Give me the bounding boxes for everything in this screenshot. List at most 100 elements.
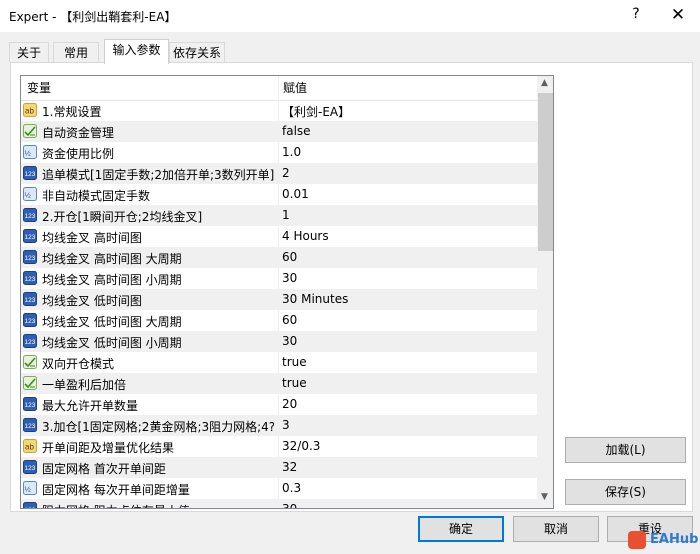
parameter-row[interactable]: ½ 非自动模式固定手数 0.01 — [21, 184, 537, 205]
column-header-value[interactable]: 赋值 — [283, 79, 307, 96]
svg-text:123: 123 — [25, 171, 36, 178]
scrollbar-thumb[interactable] — [538, 93, 553, 251]
integer-type-icon: 123 — [23, 334, 37, 348]
parameter-value[interactable]: 2 — [282, 166, 290, 180]
parameter-value[interactable]: 60 — [282, 313, 297, 327]
parameter-row[interactable]: 123 3.加仓[1固定网格;2黄金网格;3阻力网格;4?... 3 — [21, 415, 537, 436]
parameter-row[interactable]: 123 最大允许开单数量 20 — [21, 394, 537, 415]
svg-text:123: 123 — [25, 465, 36, 472]
parameter-name: 双向开仓模式 — [42, 357, 115, 371]
parameter-value[interactable]: 32/0.3 — [282, 439, 320, 453]
parameter-value[interactable]: true — [282, 355, 307, 369]
double-type-icon: ½ — [23, 187, 37, 201]
parameter-value[interactable]: 1.0 — [282, 145, 301, 159]
parameter-name: 最大允许开单数量 — [42, 399, 139, 413]
parameter-name: 资金使用比例 — [42, 147, 115, 161]
integer-type-icon: 123 — [23, 250, 37, 264]
parameter-row[interactable]: 123 追单模式[1固定手数;2加倍开单;3数列开单] 2 — [21, 163, 537, 184]
parameter-row[interactable]: ½ 固定网格 每次开单间距增量 0.3 — [21, 478, 537, 499]
parameter-name: 追单模式[1固定手数;2加倍开单;3数列开单] — [42, 168, 274, 182]
parameter-name: 均线金叉 高时间图 小周期 — [42, 273, 182, 287]
parameter-value[interactable]: 32 — [282, 460, 297, 474]
close-button[interactable]: ✕ — [668, 5, 688, 25]
parameter-row[interactable]: 123 均线金叉 高时间图 大周期 60 — [21, 247, 537, 268]
parameter-value[interactable]: 30 — [282, 334, 297, 348]
parameter-value[interactable]: 20 — [282, 397, 297, 411]
svg-text:ab: ab — [25, 443, 34, 452]
parameter-value[interactable]: false — [282, 124, 311, 138]
svg-text:½: ½ — [25, 191, 32, 200]
integer-type-icon: 123 — [23, 292, 37, 306]
parameter-value[interactable]: 0.01 — [282, 187, 309, 201]
parameter-name: 非自动模式固定手数 — [42, 189, 151, 203]
parameter-value[interactable]: 1 — [282, 208, 290, 222]
parameter-value[interactable]: 4 Hours — [282, 229, 329, 243]
tab-common[interactable]: 常用 — [53, 42, 99, 62]
integer-type-icon: 123 — [23, 313, 37, 327]
parameter-name: 均线金叉 低时间图 小周期 — [42, 336, 182, 350]
svg-text:123: 123 — [25, 402, 36, 409]
parameter-value[interactable]: 60 — [282, 250, 297, 264]
cancel-button[interactable]: 取消 — [513, 516, 599, 542]
eahub-logo-icon — [628, 531, 646, 549]
parameter-row[interactable]: 一单盈利后加倍 true — [21, 373, 537, 394]
svg-text:123: 123 — [25, 297, 36, 304]
string-type-icon: ab — [23, 439, 37, 453]
parameter-row[interactable]: 123 均线金叉 低时间图 小周期 30 — [21, 331, 537, 352]
parameter-name: 2.开仓[1瞬间开仓;2均线金叉] — [42, 210, 203, 224]
parameter-row[interactable]: 123 均线金叉 高时间图 小周期 30 — [21, 268, 537, 289]
svg-text:123: 123 — [25, 255, 36, 262]
parameter-value[interactable]: true — [282, 376, 307, 390]
parameter-row[interactable]: 自动资金管理 false — [21, 121, 537, 142]
column-header-variable[interactable]: 变量 — [27, 79, 51, 96]
tab-strip: 关于 常用 输入参数 依存关系 — [0, 32, 700, 64]
svg-text:123: 123 — [25, 339, 36, 346]
parameter-row[interactable]: 123 均线金叉 低时间图 大周期 60 — [21, 310, 537, 331]
svg-text:123: 123 — [25, 318, 36, 325]
parameter-name: 3.加仓[1固定网格;2黄金网格;3阻力网格;4?... — [42, 420, 274, 434]
tab-about[interactable]: 关于 — [9, 42, 49, 62]
parameter-value[interactable]: 【利剑-EA】 — [282, 103, 350, 120]
parameter-name: 一单盈利后加倍 — [42, 378, 127, 392]
parameter-value[interactable]: 30 — [282, 271, 297, 285]
integer-type-icon: 123 — [23, 460, 37, 474]
watermark-text: EAHub — [650, 532, 699, 547]
window-title: Expert - 【利剑出鞘套利-EA】 — [9, 10, 177, 24]
integer-type-icon: 123 — [23, 397, 37, 411]
load-button[interactable]: 加载(L) — [565, 437, 686, 463]
parameter-row[interactable]: ½ 资金使用比例 1.0 — [21, 142, 537, 163]
integer-type-icon: 123 — [23, 166, 37, 180]
parameter-row[interactable]: 123 2.开仓[1瞬间开仓;2均线金叉] 1 — [21, 205, 537, 226]
integer-type-icon: 123 — [23, 271, 37, 285]
parameter-row[interactable]: ab 1.常规设置 【利剑-EA】 — [21, 100, 537, 121]
parameter-value[interactable]: 0.3 — [282, 481, 301, 495]
ok-button[interactable]: 确定 — [418, 516, 504, 542]
boolean-type-icon — [23, 124, 37, 138]
integer-type-icon: 123 — [23, 229, 37, 243]
parameter-name: 均线金叉 低时间图 — [42, 294, 142, 308]
parameter-row[interactable]: 123 均线金叉 高时间图 4 Hours — [21, 226, 537, 247]
parameter-row[interactable]: 123 阻力网格 阻力点位有最小值 30 — [21, 499, 537, 509]
parameter-row[interactable]: 123 固定网格 首次开单间距 32 — [21, 457, 537, 478]
svg-text:123: 123 — [25, 507, 36, 509]
svg-text:123: 123 — [25, 276, 36, 283]
svg-text:½: ½ — [25, 485, 32, 494]
vertical-scrollbar[interactable]: ▲ ▼ — [537, 76, 553, 508]
scroll-up-arrow-icon[interactable]: ▲ — [541, 78, 548, 88]
parameter-value[interactable]: 30 — [282, 502, 297, 508]
parameter-value[interactable]: 30 Minutes — [282, 292, 348, 306]
tab-dependencies[interactable]: 依存关系 — [169, 42, 225, 62]
parameter-row[interactable]: 123 均线金叉 低时间图 30 Minutes — [21, 289, 537, 310]
parameter-name: 自动资金管理 — [42, 126, 115, 140]
save-button[interactable]: 保存(S) — [565, 479, 686, 505]
svg-text:123: 123 — [25, 234, 36, 241]
parameter-value[interactable]: 3 — [282, 418, 290, 432]
boolean-type-icon — [23, 355, 37, 369]
parameter-row[interactable]: ab 开单间距及增量优化结果 32/0.3 — [21, 436, 537, 457]
scroll-down-arrow-icon[interactable]: ▼ — [541, 492, 548, 502]
parameter-name: 均线金叉 低时间图 大周期 — [42, 315, 182, 329]
help-button[interactable]: ? — [628, 6, 644, 24]
double-type-icon: ½ — [23, 145, 37, 159]
tab-inputs[interactable]: 输入参数 — [104, 39, 169, 64]
parameter-row[interactable]: 双向开仓模式 true — [21, 352, 537, 373]
